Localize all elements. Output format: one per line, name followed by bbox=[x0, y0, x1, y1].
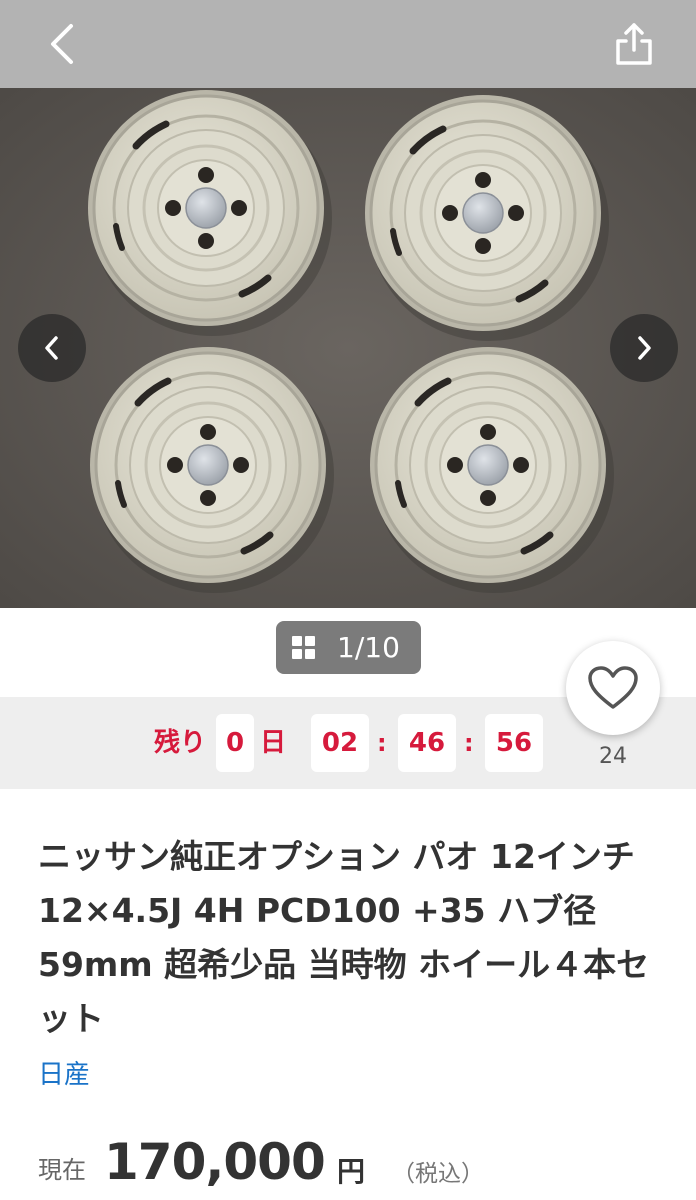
countdown-hours: 02 bbox=[311, 714, 369, 772]
day-unit: 日 bbox=[260, 728, 287, 758]
chevron-right-icon bbox=[638, 336, 651, 360]
item-photo[interactable] bbox=[0, 88, 696, 608]
item-title: ニッサン純正オプション パオ 12インチ 12×4.5J 4H PCD100 +… bbox=[38, 837, 650, 1038]
countdown-separator: : bbox=[464, 729, 474, 757]
share-icon bbox=[616, 23, 652, 65]
chevron-left-icon bbox=[45, 336, 58, 360]
chevron-left-icon bbox=[51, 24, 73, 64]
price-unit: 円 bbox=[337, 1155, 366, 1188]
countdown-days: 0 bbox=[216, 714, 254, 772]
remaining-label: 残り bbox=[154, 728, 207, 758]
countdown-seconds: 56 bbox=[485, 714, 543, 772]
brand-link[interactable]: 日産 bbox=[38, 1054, 90, 1091]
watch-count: 24 bbox=[599, 744, 627, 769]
item-page: 1/10 残り 0 日 02 : 46 : 56 24 ニッサン純正オプション … bbox=[0, 0, 696, 1200]
countdown-separator: : bbox=[377, 729, 387, 757]
share-button[interactable] bbox=[604, 14, 664, 74]
price-value: 170,000 bbox=[104, 1133, 326, 1191]
wheels-photo bbox=[0, 88, 696, 608]
photo-counter-button[interactable]: 1/10 bbox=[276, 621, 421, 674]
top-bar bbox=[0, 0, 696, 88]
back-button[interactable] bbox=[32, 14, 92, 74]
tax-note: （税込） bbox=[392, 1161, 484, 1187]
countdown-minutes: 46 bbox=[398, 714, 456, 772]
watch-button[interactable] bbox=[566, 641, 660, 735]
price-label: 現在 bbox=[38, 1156, 86, 1184]
next-photo-button[interactable] bbox=[610, 314, 678, 382]
grid-icon bbox=[292, 636, 315, 659]
heart-icon bbox=[588, 666, 638, 709]
previous-photo-button[interactable] bbox=[18, 314, 86, 382]
photo-counter-text: 1/10 bbox=[337, 631, 400, 664]
